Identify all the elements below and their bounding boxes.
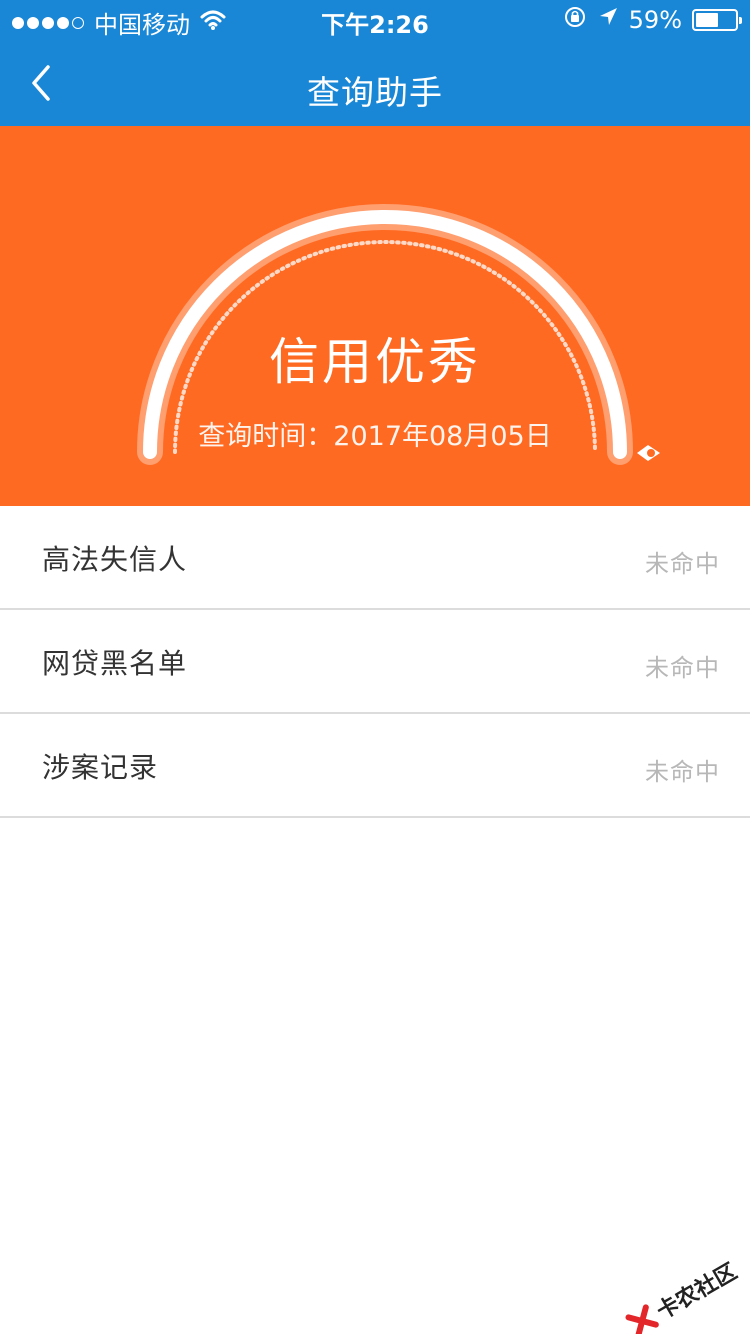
list-item-label: 高法失信人 bbox=[42, 543, 188, 576]
page: 中国移动 下午2:26 59% 查询助手 信用优秀 查询时间：2017年08月0… bbox=[0, 0, 750, 1334]
list-item-status: 未命中 bbox=[645, 654, 720, 682]
credit-hero: 信用优秀 查询时间：2017年08月05日 bbox=[0, 126, 750, 506]
watermark: 卡农社区 bbox=[622, 1254, 742, 1334]
list-item[interactable]: 涉案记录 未命中 bbox=[0, 714, 750, 818]
page-title: 查询助手 bbox=[307, 73, 443, 112]
list-item[interactable]: 网贷黑名单 未命中 bbox=[0, 610, 750, 714]
result-list: 高法失信人 未命中 网贷黑名单 未命中 涉案记录 未命中 bbox=[0, 506, 750, 818]
battery-icon bbox=[692, 9, 742, 31]
watermark-text: 卡农社区 bbox=[652, 1259, 742, 1325]
list-item-label: 网贷黑名单 bbox=[42, 647, 188, 680]
rotation-lock-icon bbox=[563, 5, 587, 35]
list-item-label: 涉案记录 bbox=[42, 751, 159, 784]
status-bar-right: 59% bbox=[563, 5, 742, 35]
list-item[interactable]: 高法失信人 未命中 bbox=[0, 506, 750, 610]
location-arrow-icon bbox=[597, 6, 619, 34]
list-item-status: 未命中 bbox=[645, 758, 720, 786]
credit-status: 信用优秀 bbox=[269, 333, 481, 391]
query-time: 查询时间：2017年08月05日 bbox=[198, 421, 552, 452]
battery-percent: 59% bbox=[628, 6, 682, 34]
status-bar: 中国移动 下午2:26 59% bbox=[0, 0, 750, 40]
battery-level bbox=[696, 13, 719, 27]
nav-bar: 查询助手 bbox=[0, 40, 750, 126]
list-item-status: 未命中 bbox=[645, 550, 720, 578]
